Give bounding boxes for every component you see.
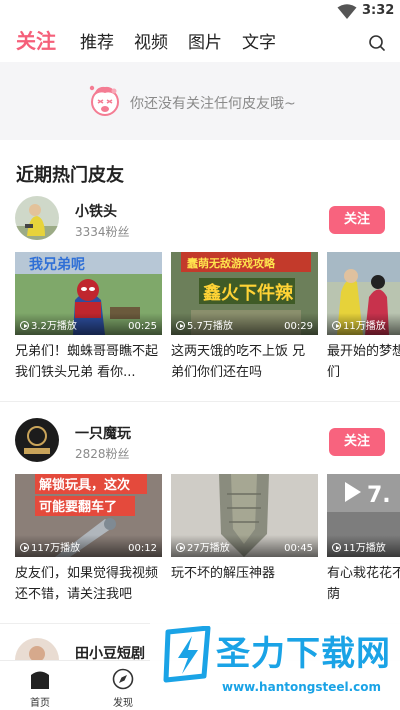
watermark-url: www.hantongsteel.com	[222, 680, 382, 694]
thumbnail-caption: 我兄弟呢	[29, 256, 85, 273]
follow-button[interactable]: 关注	[329, 206, 385, 234]
thumbnail-caption: 7.	[367, 483, 391, 508]
thumbnail-caption: 可能要翻车了	[39, 499, 117, 515]
video-card[interactable]: 7. 11万播放 有心栽花花不开插柳柳成荫	[327, 474, 400, 605]
video-title[interactable]: 玩不坏的解压神器	[171, 563, 318, 605]
video-card[interactable]: 11万播放 最开始的梦想实打破，我们	[327, 252, 400, 383]
nav-discover-label: 发现	[113, 698, 133, 709]
crying-mascot-icon	[89, 85, 119, 116]
video-thumbnail[interactable]: 解锁玩具，这次 可能要翻车了 117万播放 00:12	[15, 474, 162, 557]
avatar[interactable]	[15, 638, 59, 660]
video-title[interactable]: 最开始的梦想实打破，我们	[327, 341, 400, 383]
fan-count: 2828粉丝	[75, 447, 130, 461]
empty-follow-banner: 你还没有关注任何皮友哦~	[0, 62, 400, 140]
video-title[interactable]: 这两天饿的吃不上饭 兄弟们你们还在吗	[171, 341, 318, 383]
view-count: 11万播放	[332, 539, 386, 554]
tab-text[interactable]: 文字	[242, 28, 276, 53]
video-card[interactable]: 蠢萌无敌游戏攻略 鑫火下件辣 5.7万播放 00:29 这两天饿的吃不上饭 兄弟…	[171, 252, 318, 383]
thumbnail-caption: 蠢萌无敌游戏攻略	[186, 256, 276, 270]
video-card[interactable]: 27万播放 00:45 玩不坏的解压神器	[171, 474, 318, 605]
nav-home-label: 首页	[30, 698, 50, 709]
video-card[interactable]: 我兄弟呢 3.2万播放 00:25 兄弟们！蜘蛛哥哥瞧不起我们铁头兄弟 看你..…	[15, 252, 162, 383]
video-thumbnail[interactable]: 我兄弟呢 3.2万播放 00:25	[15, 252, 162, 335]
nav-home[interactable]: 首页	[15, 661, 65, 710]
view-count: 11万播放	[332, 317, 386, 332]
compass-icon	[112, 668, 134, 690]
tab-image[interactable]: 图片	[188, 28, 222, 53]
nav-discover[interactable]: 发现	[98, 661, 148, 710]
divider	[0, 401, 400, 402]
video-title[interactable]: 皮友们，如果觉得我视频还不错，请关注我吧	[15, 563, 162, 605]
status-bar: 3:32	[0, 0, 400, 24]
tab-follow[interactable]: 关注	[16, 25, 56, 54]
play-icon	[176, 543, 185, 552]
video-thumbnail[interactable]: 27万播放 00:45	[171, 474, 318, 557]
avatar[interactable]	[15, 418, 59, 462]
video-row: 解锁玩具，这次 可能要翻车了 117万播放 00:12 皮友们，如果觉得我视频还…	[15, 474, 400, 634]
video-title[interactable]: 有心栽花花不开插柳柳成荫	[327, 563, 400, 605]
video-thumbnail[interactable]: 7. 11万播放	[327, 474, 400, 557]
view-count: 5.7万播放	[176, 317, 233, 332]
video-title[interactable]: 兄弟们！蜘蛛哥哥瞧不起我们铁头兄弟 看你...	[15, 341, 162, 383]
view-count: 3.2万播放	[20, 317, 77, 332]
duration: 00:12	[128, 543, 157, 554]
play-icon	[332, 321, 341, 330]
follow-button[interactable]: 关注	[329, 428, 385, 456]
thumbnail-caption: 鑫火下件辣	[202, 282, 294, 304]
play-icon	[332, 543, 341, 552]
thumbnail-caption: 解锁玩具，这次	[38, 477, 130, 493]
creator-card: 一只魔玩 2828粉丝 关注 解锁玩具，这次 可能要翻车了 117万播放 00:…	[0, 418, 400, 633]
video-row: 我兄弟呢 3.2万播放 00:25 兄弟们！蜘蛛哥哥瞧不起我们铁头兄弟 看你..…	[15, 252, 400, 412]
video-thumbnail[interactable]: 蠢萌无敌游戏攻略 鑫火下件辣 5.7万播放 00:29	[171, 252, 318, 335]
wifi-icon	[337, 4, 357, 19]
duration: 00:45	[284, 543, 313, 554]
creator-name[interactable]: 一只魔玩	[75, 423, 131, 443]
search-icon[interactable]	[367, 33, 387, 53]
duration: 00:25	[128, 321, 157, 332]
lightning-logo-icon	[163, 626, 211, 683]
tab-recommend[interactable]: 推荐	[80, 28, 114, 53]
video-thumbnail[interactable]: 11万播放	[327, 252, 400, 335]
watermark: 圣力下载网 www.hantongsteel.com	[150, 622, 400, 710]
home-icon	[31, 671, 49, 689]
video-card[interactable]: 解锁玩具，这次 可能要翻车了 117万播放 00:12 皮友们，如果觉得我视频还…	[15, 474, 162, 605]
creator-card: 小铁头 3334粉丝 关注 我兄弟呢 3.2万播放 00:25 兄弟们！蜘蛛哥哥…	[0, 196, 400, 411]
section-title: 近期热门皮友	[16, 165, 124, 186]
play-icon	[176, 321, 185, 330]
top-nav: 关注 推荐 视频 图片 文字	[0, 24, 400, 62]
fan-count: 3334粉丝	[75, 225, 130, 239]
empty-state-message: 你还没有关注任何皮友哦~	[130, 96, 296, 112]
play-icon	[20, 543, 29, 552]
creator-name[interactable]: 小铁头	[75, 201, 117, 221]
duration: 00:29	[284, 321, 313, 332]
view-count: 117万播放	[20, 539, 80, 554]
clock: 3:32	[362, 3, 395, 18]
avatar[interactable]	[15, 196, 59, 240]
play-icon	[20, 321, 29, 330]
watermark-title: 圣力下载网	[216, 634, 391, 674]
view-count: 27万播放	[176, 539, 230, 554]
tab-video[interactable]: 视频	[134, 28, 168, 53]
